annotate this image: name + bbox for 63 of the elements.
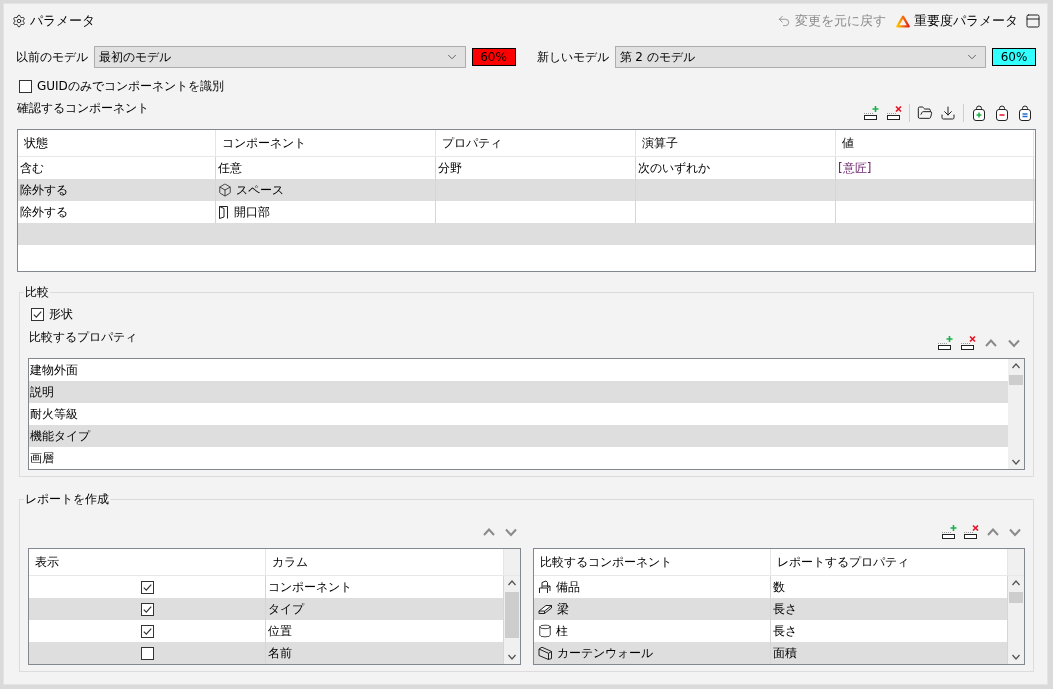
action-button[interactable]: 重要度パラメータ: [893, 12, 1021, 30]
model-dropdown[interactable]: 最初のモデル: [94, 46, 466, 68]
checkbox-label[interactable]: 形状: [49, 305, 73, 323]
checkbox[interactable]: [31, 307, 44, 321]
window-icon[interactable]: [1025, 13, 1041, 29]
cylinder-icon: [537, 624, 552, 638]
scrollbar[interactable]: [1008, 359, 1024, 469]
group-title: レポートを作成: [24, 491, 110, 508]
column-header: プロパティ: [436, 130, 636, 156]
door-icon: [218, 205, 230, 219]
curtain-wall-icon: [537, 646, 553, 660]
scrollbar-thumb[interactable]: [1009, 592, 1023, 603]
list-item[interactable]: 説明: [29, 381, 1008, 403]
model-dropdown[interactable]: 第 2 のモデル: [614, 46, 986, 68]
undo-icon: [777, 14, 791, 28]
column-header: 状態: [18, 130, 216, 156]
column-header: 表示: [29, 549, 267, 575]
remove-row-icon[interactable]: [963, 524, 979, 540]
section-title: 比較するプロパティ: [29, 329, 137, 346]
checkbox[interactable]: [140, 602, 154, 616]
group-title: 比較: [24, 284, 50, 301]
bag-equals-icon[interactable]: [1017, 105, 1033, 121]
warning-triangle-icon: [896, 14, 910, 28]
column-header: 比較するコンポーネント: [533, 549, 771, 575]
checkbox[interactable]: [19, 79, 32, 93]
remove-row-icon[interactable]: [960, 335, 976, 351]
column-header: 値: [836, 130, 1034, 156]
component-name: 開口部: [234, 203, 270, 221]
download-icon[interactable]: [940, 105, 956, 121]
column-header: カラム: [266, 549, 504, 575]
settings-icon[interactable]: [12, 14, 26, 28]
section-title: 確認するコンポーネント: [17, 100, 149, 117]
beam-icon: [537, 603, 553, 615]
percentage-tag: 60%: [471, 48, 516, 66]
add-row-icon[interactable]: [863, 105, 879, 121]
bag-minus-icon[interactable]: [994, 105, 1010, 121]
list-item[interactable]: 機能タイプ: [29, 425, 1008, 447]
component-name: スペース: [236, 181, 284, 199]
checkbox[interactable]: [140, 580, 154, 594]
component-name: 柱: [555, 622, 568, 640]
remove-row-icon[interactable]: [886, 105, 902, 121]
bag-plus-icon[interactable]: [971, 105, 987, 121]
scrollbar-thumb[interactable]: [504, 592, 519, 638]
checkbox-label[interactable]: GUIDのみでコンポーネントを識別: [37, 77, 224, 95]
table-cell: 名前: [266, 642, 504, 664]
add-row-icon[interactable]: [937, 335, 953, 351]
column-header: コンポーネント: [216, 130, 436, 156]
scrollbar-thumb[interactable]: [1009, 375, 1023, 385]
checkbox[interactable]: [140, 624, 154, 638]
chair-icon: [537, 580, 552, 594]
component-name: 備品: [555, 578, 580, 596]
percentage-tag: 60%: [992, 48, 1036, 66]
field-label: 以前のモデル: [16, 48, 88, 66]
add-row-icon[interactable]: [941, 524, 957, 540]
component-name: カーテンウォール: [556, 644, 653, 662]
checkbox[interactable]: [140, 646, 154, 660]
cube-icon: [218, 183, 232, 197]
component-name: 梁: [556, 600, 569, 618]
scrollbar[interactable]: [1008, 576, 1024, 664]
panel-title: パラメータ: [30, 12, 95, 30]
folder-icon[interactable]: [917, 105, 933, 121]
column-header: 演算子: [636, 130, 836, 156]
field-label: 新しいモデル: [536, 48, 609, 66]
